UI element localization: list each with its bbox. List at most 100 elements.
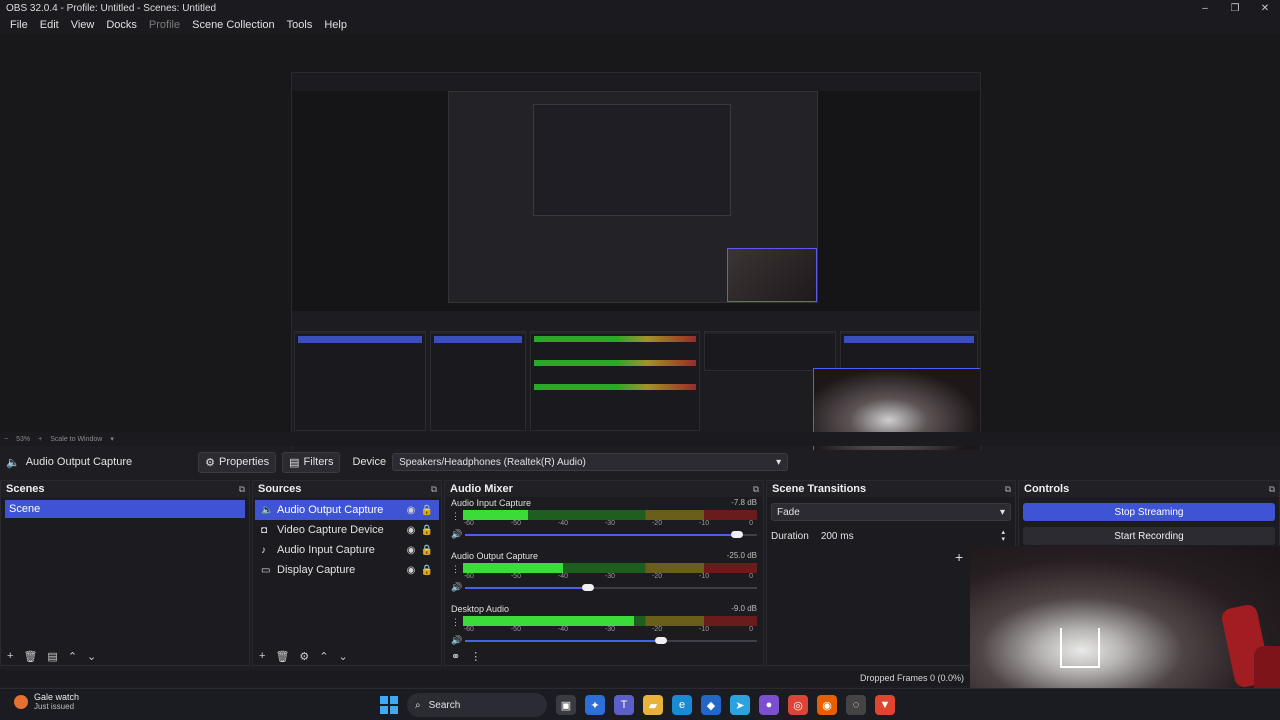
- volume-slider[interactable]: [465, 583, 757, 593]
- link-icon[interactable]: ⚭: [451, 650, 460, 663]
- teams-icon[interactable]: T: [614, 695, 634, 715]
- zoom-out-icon[interactable]: −: [4, 436, 8, 443]
- file-explorer-icon[interactable]: ▰: [643, 695, 663, 715]
- source-row-audio-output[interactable]: 🔈 Audio Output Capture ◉ 🔒: [255, 500, 439, 520]
- source-row-display-capture[interactable]: ▭ Display Capture ◉ 🔒: [255, 560, 439, 580]
- transition-select[interactable]: Fade ▾: [771, 503, 1011, 521]
- menu-docks[interactable]: Docks: [100, 19, 143, 31]
- lock-icon[interactable]: 🔒: [419, 505, 435, 516]
- menu-tools[interactable]: Tools: [281, 19, 319, 31]
- channel-menu-icon[interactable]: ⋮: [451, 511, 460, 522]
- menu-help[interactable]: Help: [318, 19, 353, 31]
- close-button[interactable]: ✕: [1250, 0, 1280, 16]
- add-icon[interactable]: +: [7, 650, 13, 662]
- edge-icon[interactable]: e: [672, 695, 692, 715]
- level-meter-fill: [463, 563, 563, 573]
- menu-view[interactable]: View: [65, 19, 101, 31]
- minimize-button[interactable]: –: [1190, 0, 1220, 16]
- undock-icon[interactable]: ⧉: [753, 484, 759, 495]
- source-row-audio-input[interactable]: ♪ Audio Input Capture ◉ 🔒: [255, 540, 439, 560]
- nested-meter: [534, 360, 696, 366]
- menu-edit[interactable]: Edit: [34, 19, 65, 31]
- add-transition-icon[interactable]: +: [955, 549, 963, 565]
- move-down-icon[interactable]: ⌄: [87, 650, 96, 663]
- filter-icon[interactable]: ▤: [47, 650, 57, 663]
- filters-button[interactable]: ▤ Filters: [282, 451, 341, 473]
- source-row-video-capture[interactable]: ◘ Video Capture Device ◉ 🔒: [255, 520, 439, 540]
- brave-icon[interactable]: ▼: [875, 695, 895, 715]
- sources-header: Sources ⧉: [253, 481, 441, 497]
- controls-header: Controls ⧉: [1019, 481, 1279, 497]
- menu-scene-collection[interactable]: Scene Collection: [186, 19, 281, 31]
- channel-header: Desktop Audio -9.0 dB: [451, 604, 757, 614]
- duration-input[interactable]: 200 ms ▴ ▾: [814, 527, 1011, 545]
- title-bar: OBS 32.0.4 - Profile: Untitled - Scenes:…: [0, 0, 1280, 16]
- task-view-icon[interactable]: ▣: [556, 695, 576, 715]
- menu-profile[interactable]: Profile: [143, 19, 186, 31]
- program-preview[interactable]: [291, 72, 981, 462]
- maximize-button[interactable]: ❐: [1220, 0, 1250, 16]
- windows-start-icon[interactable]: [380, 696, 398, 714]
- zoom-in-icon[interactable]: +: [38, 436, 42, 443]
- weather-alert-icon: [14, 695, 28, 709]
- microphone-icon: ♪: [261, 544, 266, 556]
- meter-tick-label: -10: [699, 520, 710, 527]
- undock-icon[interactable]: ⧉: [1269, 484, 1275, 495]
- slider-knob[interactable]: [654, 636, 667, 644]
- undock-icon[interactable]: ⧉: [1005, 484, 1011, 495]
- obs-icon[interactable]: ◌: [846, 695, 866, 715]
- filter-icon: ▤: [289, 456, 300, 469]
- scene-item[interactable]: Scene: [5, 500, 245, 518]
- undock-icon[interactable]: ⧉: [431, 484, 437, 495]
- firefox-icon[interactable]: ◉: [817, 695, 837, 715]
- trash-icon[interactable]: 🗑: [23, 650, 37, 663]
- move-down-icon[interactable]: ⌄: [339, 650, 348, 663]
- gear-icon[interactable]: ⚙: [299, 650, 309, 663]
- meter-tick-label: 0: [749, 573, 754, 580]
- meter-tick-label: 0: [749, 520, 754, 527]
- chrome-icon[interactable]: ◎: [788, 695, 808, 715]
- sources-title: Sources: [258, 483, 302, 495]
- eye-icon[interactable]: ◉: [403, 505, 419, 516]
- trash-icon[interactable]: 🗑: [275, 650, 289, 663]
- eye-icon[interactable]: ◉: [403, 525, 419, 536]
- eye-icon[interactable]: ◉: [403, 565, 419, 576]
- volume-slider[interactable]: [465, 530, 757, 540]
- lock-icon[interactable]: 🔒: [419, 545, 435, 556]
- lock-icon[interactable]: 🔒: [419, 525, 435, 536]
- device-select[interactable]: Speakers/Headphones (Realtek(R) Audio) ▾: [392, 453, 789, 471]
- slider-fill: [465, 533, 737, 536]
- stepper-icon[interactable]: ▴ ▾: [1001, 529, 1005, 543]
- move-up-icon[interactable]: ⌃: [68, 650, 77, 663]
- menu-file[interactable]: File: [4, 19, 34, 31]
- slider-knob[interactable]: [730, 530, 743, 538]
- stop-streaming-button[interactable]: Stop Streaming: [1023, 503, 1275, 521]
- channel-header: Audio Input Capture -7.8 dB: [451, 498, 757, 508]
- start-recording-button[interactable]: Start Recording: [1023, 527, 1275, 545]
- slider-knob[interactable]: [581, 583, 594, 591]
- channel-menu-icon[interactable]: ⋮: [451, 617, 460, 628]
- copilot-icon[interactable]: ✦: [585, 695, 605, 715]
- preview-area[interactable]: [0, 34, 1280, 462]
- eye-icon[interactable]: ◉: [403, 545, 419, 556]
- move-up-icon[interactable]: ⌃: [319, 650, 328, 663]
- add-icon[interactable]: +: [259, 650, 265, 662]
- level-meter: [463, 616, 757, 626]
- lock-icon[interactable]: 🔒: [419, 565, 435, 576]
- app-icon[interactable]: ●: [759, 695, 779, 715]
- weather-widget[interactable]: Gale watch Just issued: [14, 692, 79, 712]
- undock-icon[interactable]: ⧉: [239, 484, 245, 495]
- scale-mode[interactable]: Scale to Window: [50, 436, 102, 443]
- chevron-down-icon[interactable]: ▾: [110, 435, 114, 443]
- channel-menu-icon[interactable]: ⋮: [451, 564, 460, 575]
- meter-tick-label: -50: [510, 573, 521, 580]
- mute-speaker-icon[interactable]: 🔊: [451, 635, 462, 646]
- properties-button[interactable]: ⚙ Properties: [198, 451, 277, 473]
- telegram-icon[interactable]: ➤: [730, 695, 750, 715]
- taskbar-search[interactable]: ⌕ Search: [407, 693, 547, 717]
- store-icon[interactable]: ◆: [701, 695, 721, 715]
- mute-speaker-icon[interactable]: 🔊: [451, 582, 462, 593]
- mute-speaker-icon[interactable]: 🔊: [451, 529, 462, 540]
- volume-slider[interactable]: [465, 636, 757, 646]
- more-icon[interactable]: ⋮: [470, 650, 481, 663]
